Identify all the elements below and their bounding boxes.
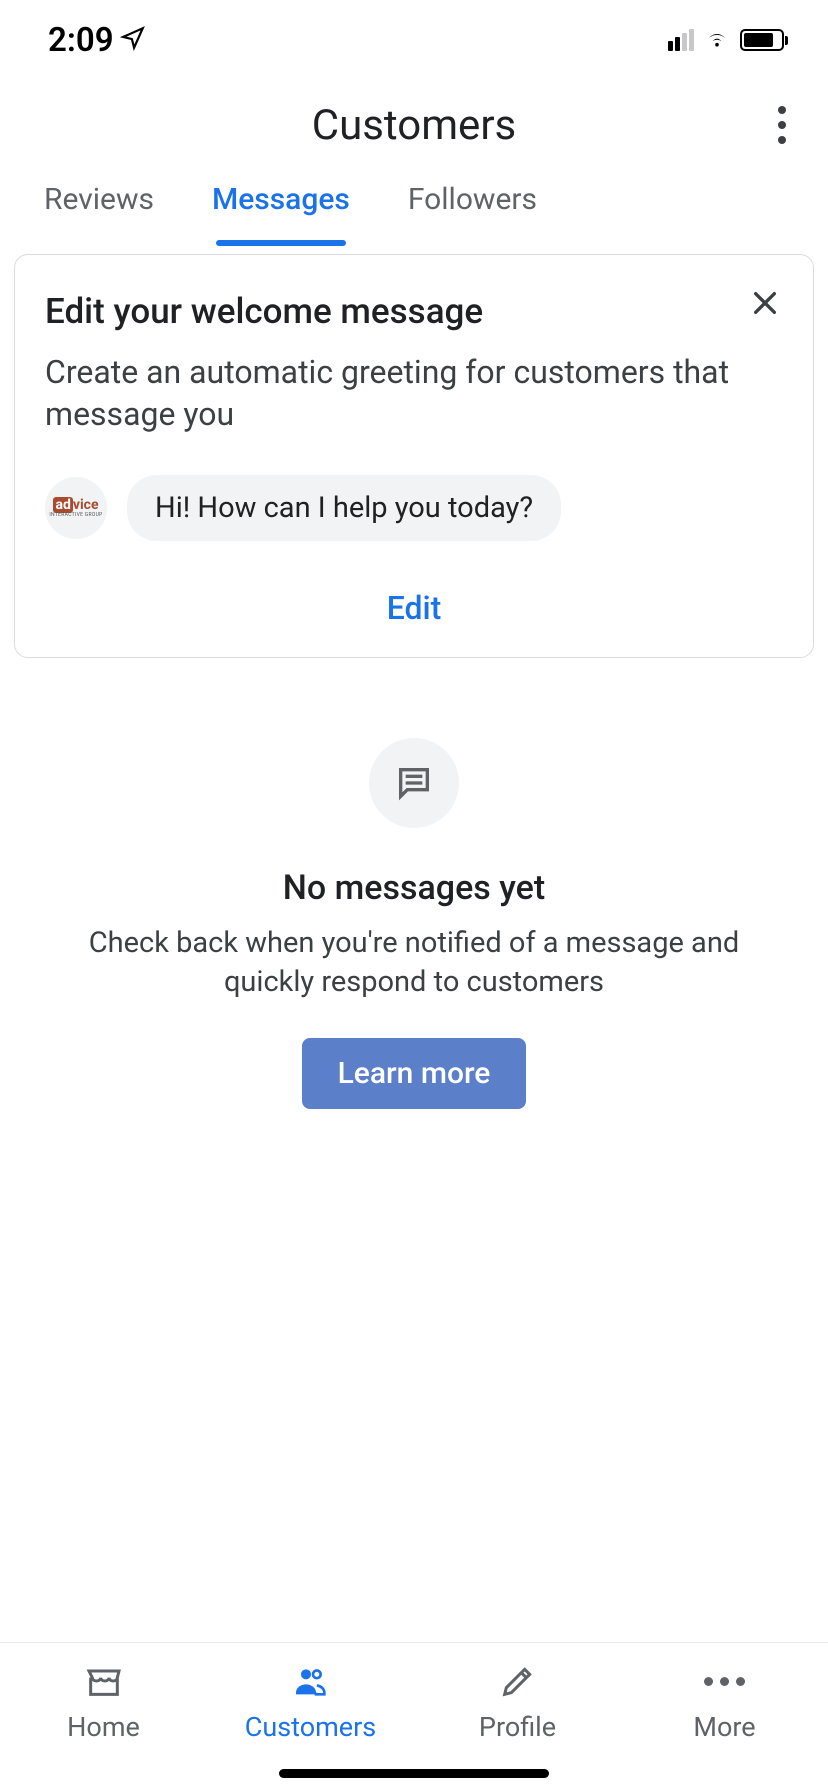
card-title: Edit your welcome message xyxy=(45,291,783,332)
greeting-bubble: Hi! How can I help you today? xyxy=(127,475,561,541)
message-icon xyxy=(394,763,434,803)
tab-followers[interactable]: Followers xyxy=(408,182,537,245)
empty-title: No messages yet xyxy=(80,868,748,908)
signal-icon xyxy=(668,29,694,51)
close-button[interactable] xyxy=(741,279,789,331)
message-icon-circle xyxy=(369,738,459,828)
empty-state: No messages yet Check back when you're n… xyxy=(0,738,828,1109)
location-icon xyxy=(120,21,146,60)
status-bar: 2:09 xyxy=(0,0,828,80)
battery-icon xyxy=(740,29,788,51)
pencil-icon xyxy=(498,1661,538,1701)
edit-button[interactable]: Edit xyxy=(45,589,783,627)
tab-label: Messages xyxy=(212,182,350,217)
wifi-icon xyxy=(702,26,732,54)
nav-home[interactable]: Home xyxy=(0,1643,207,1792)
edit-label: Edit xyxy=(387,589,442,627)
nav-label: Profile xyxy=(479,1711,556,1743)
nav-label: Home xyxy=(67,1711,140,1743)
nav-more[interactable]: More xyxy=(621,1643,828,1792)
learn-more-label: Learn more xyxy=(338,1056,491,1091)
status-icons xyxy=(668,26,788,54)
tab-bar: Reviews Messages Followers xyxy=(0,170,828,240)
tab-messages[interactable]: Messages xyxy=(212,182,350,245)
people-icon xyxy=(291,1661,331,1701)
app-header: Customers xyxy=(0,80,828,170)
more-horizontal-icon xyxy=(704,1661,745,1701)
business-avatar: adadvicevice INTERACTIVE GROUP xyxy=(45,477,107,539)
empty-description: Check back when you're notified of a mes… xyxy=(80,924,748,1002)
nav-label: More xyxy=(693,1711,755,1743)
avatar-brand-sub: INTERACTIVE GROUP xyxy=(49,512,102,518)
card-subtitle: Create an automatic greeting for custome… xyxy=(45,352,783,435)
home-indicator[interactable] xyxy=(279,1769,549,1778)
greeting-preview: adadvicevice INTERACTIVE GROUP Hi! How c… xyxy=(45,475,783,541)
clock-time: 2:09 xyxy=(48,21,114,60)
tab-reviews[interactable]: Reviews xyxy=(44,182,154,245)
status-time: 2:09 xyxy=(48,21,146,60)
learn-more-button[interactable]: Learn more xyxy=(302,1038,527,1109)
tab-label: Followers xyxy=(408,182,537,217)
storefront-icon xyxy=(84,1661,124,1701)
tab-label: Reviews xyxy=(44,182,154,217)
more-options-button[interactable] xyxy=(768,96,796,154)
close-icon xyxy=(749,287,781,319)
page-title: Customers xyxy=(312,101,516,150)
nav-label: Customers xyxy=(245,1711,376,1743)
welcome-message-card: Edit your welcome message Create an auto… xyxy=(14,254,814,658)
